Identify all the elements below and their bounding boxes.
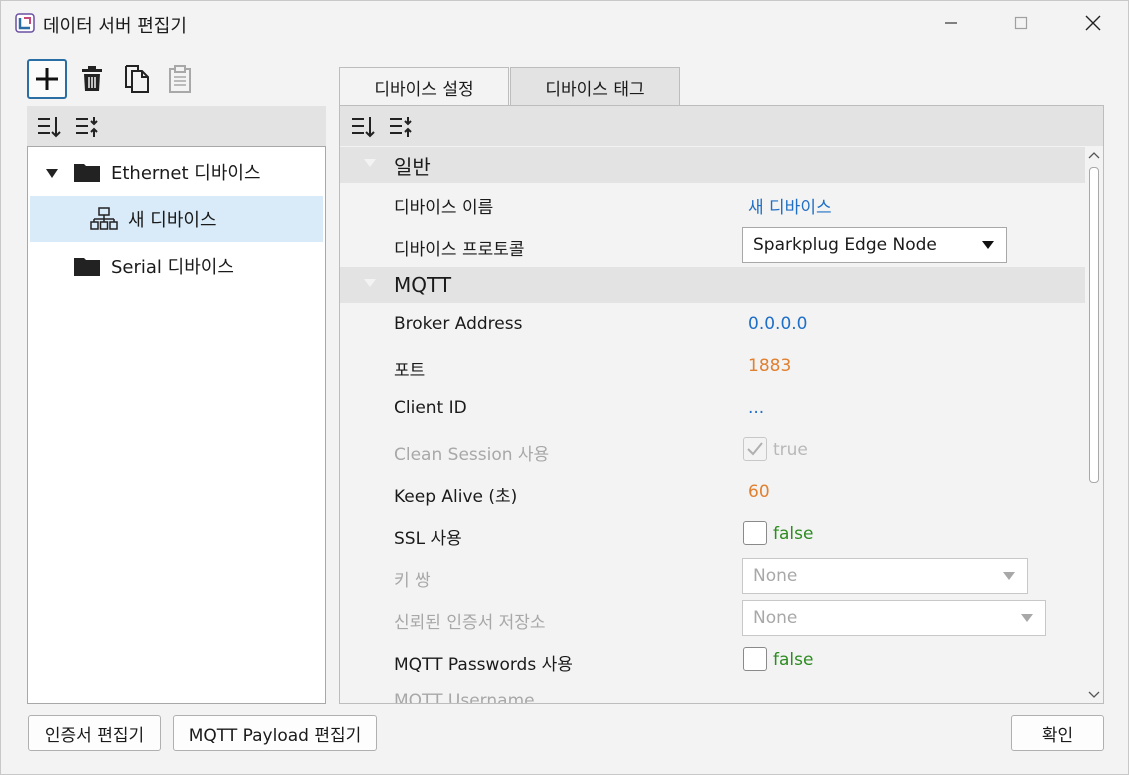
scrollbar-thumb[interactable] [1089,167,1099,483]
section-general[interactable]: 일반 [340,147,1085,183]
sort-category-icon [390,117,412,137]
property-label: Keep Alive (초) [394,487,518,507]
tree-item-label: 새 디바이스 [128,210,217,231]
window-title: 데이터 서버 편집기 [43,16,187,37]
key-pair-select: None [742,558,1028,594]
dropdown-value: Sparkplug Edge Node [753,235,937,255]
certificate-editor-button[interactable]: 인증서 편집기 [28,715,161,751]
sort-ascending-button[interactable] [36,114,62,140]
tree-item-ethernet[interactable]: Ethernet 디바이스 [30,149,323,195]
add-device-button[interactable] [27,59,67,99]
folder-icon [74,164,100,182]
property-label: MQTT Username [394,691,535,703]
copy-icon [125,65,149,93]
mqtt-passwords-checkbox[interactable] [743,647,767,671]
mqtt-payload-editor-button[interactable]: MQTT Payload 편집기 [173,715,377,751]
expand-arrow-icon[interactable] [46,169,58,179]
property-label: Client ID [394,398,467,418]
button-label: 확인 [1041,725,1074,746]
dropdown-arrow-icon [982,241,994,249]
client-id-value[interactable]: ... [748,398,764,418]
property-label: 키 쌍 [394,571,431,591]
minimize-button[interactable] [921,1,981,45]
tab-device-settings[interactable]: 디바이스 설정 [339,67,509,106]
scroll-down-icon[interactable] [1088,691,1100,699]
maximize-button[interactable] [991,1,1051,45]
section-label: 일반 [394,154,431,179]
property-label: MQTT Passwords 사용 [394,655,573,675]
tree-item-label: Ethernet 디바이스 [111,163,261,184]
keep-alive-value[interactable]: 60 [748,482,770,502]
tree-item-new-device[interactable]: 새 디바이스 [30,196,323,242]
port-value[interactable]: 1883 [748,356,791,376]
title-bar: 데이터 서버 편집기 [1,1,1128,45]
property-grid: 일반 디바이스 이름 새 디바이스 디바이스 프로토콜 Sparkplug Ed… [340,147,1085,703]
sort-ascending-icon [38,117,61,138]
ok-button[interactable]: 확인 [1011,715,1104,751]
collapse-arrow-icon[interactable] [364,159,376,168]
clean-session-checkbox [743,437,767,461]
section-label: MQTT [394,273,452,297]
trash-icon [82,66,102,91]
dropdown-arrow-icon [1003,572,1015,580]
property-panel: 일반 디바이스 이름 새 디바이스 디바이스 프로토콜 Sparkplug Ed… [339,105,1104,704]
property-sort-header [340,106,1103,146]
scroll-up-icon[interactable] [1088,151,1100,159]
collapse-arrow-icon[interactable] [364,279,376,288]
copy-button[interactable] [117,59,157,99]
network-device-icon [90,207,118,230]
folder-icon [74,258,100,276]
plus-icon [36,68,58,90]
device-protocol-select[interactable]: Sparkplug Edge Node [742,227,1007,263]
clipboard-icon [169,65,191,93]
property-label: 포트 [394,361,426,381]
dropdown-value: None [753,566,798,586]
maximize-icon [1014,16,1028,30]
paste-button [160,59,200,99]
property-label: 신뢰된 인증서 저장소 [394,613,546,633]
sort-category-button[interactable] [74,114,100,140]
trusted-cert-store-select: None [742,600,1046,636]
close-button[interactable] [1063,1,1123,45]
mqtt-passwords-value: false [773,650,814,670]
property-label: Broker Address [394,314,523,334]
tree-item-serial[interactable]: Serial 디바이스 [30,243,323,289]
device-name-value[interactable]: 새 디바이스 [748,193,832,218]
sort-category-button[interactable] [388,114,414,140]
dropdown-arrow-icon [1021,614,1033,622]
minimize-icon [945,22,957,24]
property-label: SSL 사용 [394,529,462,549]
clean-session-value: true [773,440,808,460]
delete-button[interactable] [72,59,112,99]
dropdown-value: None [753,608,798,628]
property-scrollbar[interactable] [1085,147,1103,703]
app-icon [15,13,35,33]
tree-sort-header [27,106,326,146]
tab-label: 디바이스 설정 [374,79,474,100]
property-label: 디바이스 프로토콜 [394,240,525,260]
tab-device-tags[interactable]: 디바이스 태그 [510,67,680,106]
close-icon [1085,15,1101,31]
property-label: 디바이스 이름 [394,198,494,218]
sort-category-icon [76,117,98,137]
sort-ascending-button[interactable] [350,114,376,140]
sort-ascending-icon [352,117,375,138]
button-label: MQTT Payload 편집기 [188,725,362,746]
ssl-checkbox[interactable] [743,521,767,545]
ssl-value: false [773,524,814,544]
tree-item-label: Serial 디바이스 [111,257,234,278]
device-tree: Ethernet 디바이스 새 디바이스 Serial 디바이스 [27,146,326,704]
checkmark-icon [747,442,763,456]
data-server-editor-window: 데이터 서버 편집기 Ethernet 디바이스 새 디바이스 Serial 디… [0,0,1129,775]
section-mqtt[interactable]: MQTT [340,267,1085,303]
button-label: 인증서 편집기 [44,725,145,746]
broker-address-value[interactable]: 0.0.0.0 [748,314,807,334]
property-label: Clean Session 사용 [394,445,550,465]
tab-label: 디바이스 태그 [545,79,645,100]
